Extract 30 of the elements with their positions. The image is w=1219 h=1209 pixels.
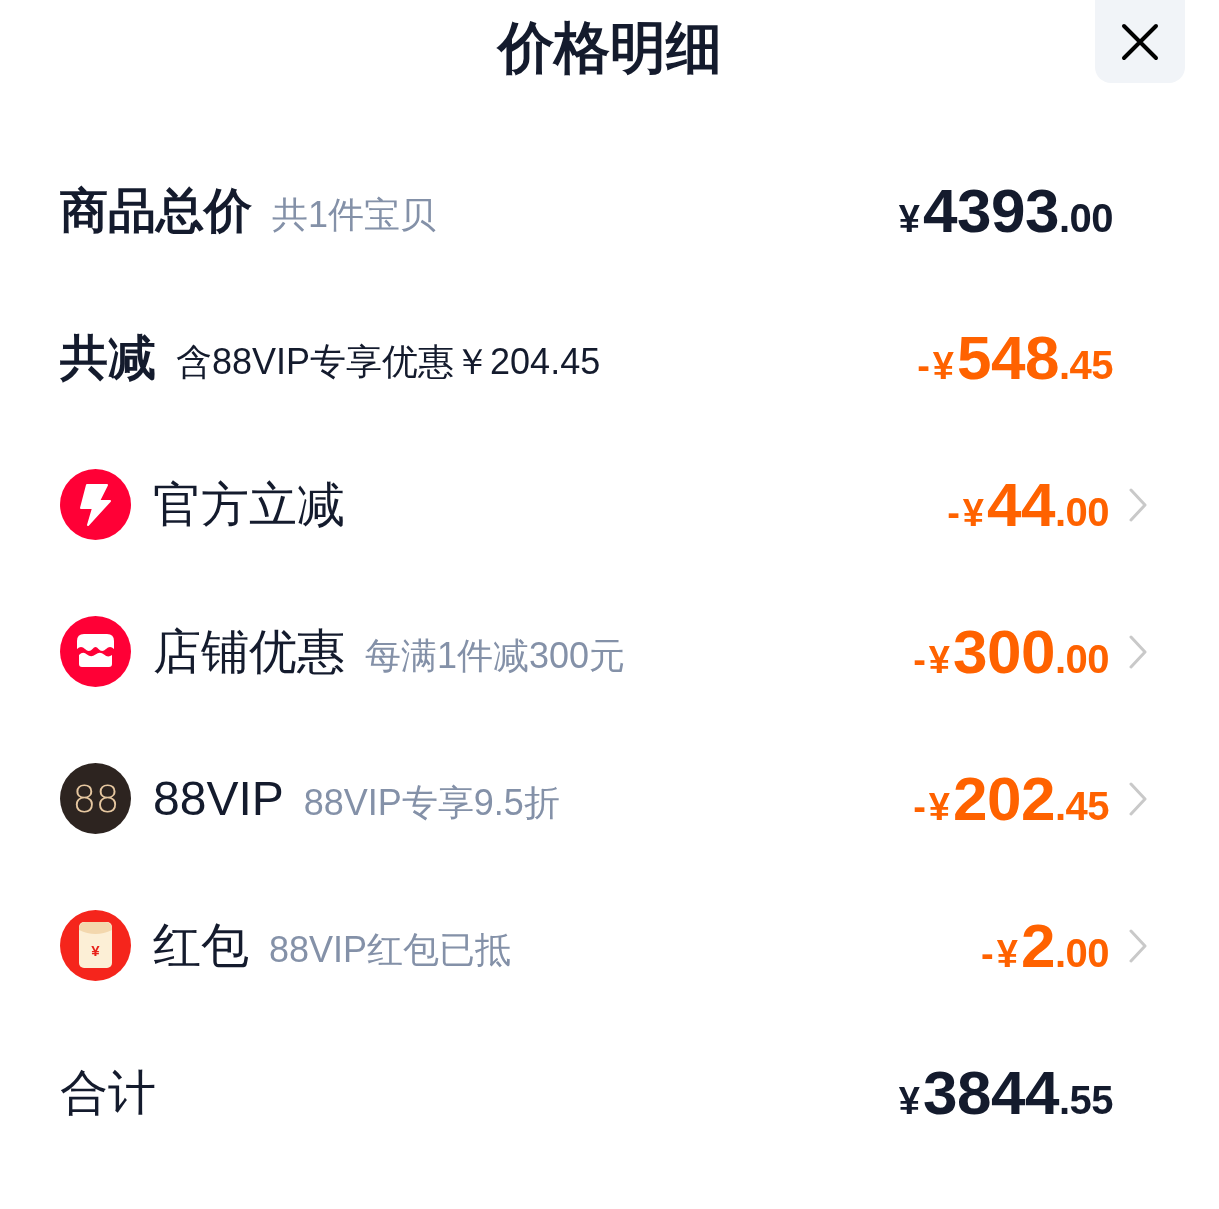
chevron-right-icon[interactable]: [1129, 928, 1147, 963]
subtotal-label: 商品总价: [60, 182, 252, 239]
savings-label: 共减: [60, 329, 156, 386]
total-amount: ¥3844.55: [898, 1061, 1113, 1124]
discount-note: 88VIP专享9.5折: [303, 780, 560, 824]
discount-label: 店铺优惠: [153, 623, 345, 680]
discount-amount: -¥44.00: [947, 473, 1109, 536]
lightning-icon: [60, 469, 131, 540]
chevron-right-icon[interactable]: [1129, 487, 1147, 522]
discount-label: 红包: [153, 917, 249, 974]
total-label: 合计: [60, 1064, 156, 1121]
discount-label: 官方立减: [153, 476, 345, 533]
vip-logo: 88: [60, 763, 131, 834]
savings-note: 含88VIP专享优惠￥204.45: [176, 339, 601, 383]
discount-note: 88VIP红包已抵: [269, 927, 512, 971]
close-icon: [1121, 22, 1159, 61]
storefront-icon: [60, 616, 131, 687]
money-envelope-logo: ¥: [60, 910, 131, 981]
chevron-right-icon[interactable]: [1129, 781, 1147, 816]
savings-amount: -¥548.45: [917, 326, 1113, 389]
subtotal-amount: ¥4393.00: [898, 179, 1113, 242]
discount-note: 每满1件减300元: [365, 633, 626, 677]
discount-amount: -¥2.00: [981, 914, 1109, 977]
discount-label: 88VIP: [153, 770, 284, 827]
page-title: 价格明细: [497, 15, 722, 81]
chevron-right-icon[interactable]: [1129, 634, 1147, 669]
discount-amount: -¥202.45: [913, 767, 1109, 830]
close-button[interactable]: [1095, 0, 1185, 83]
discount-amount: -¥300.00: [913, 620, 1109, 683]
item-count-note: 共1件宝贝: [272, 192, 437, 236]
